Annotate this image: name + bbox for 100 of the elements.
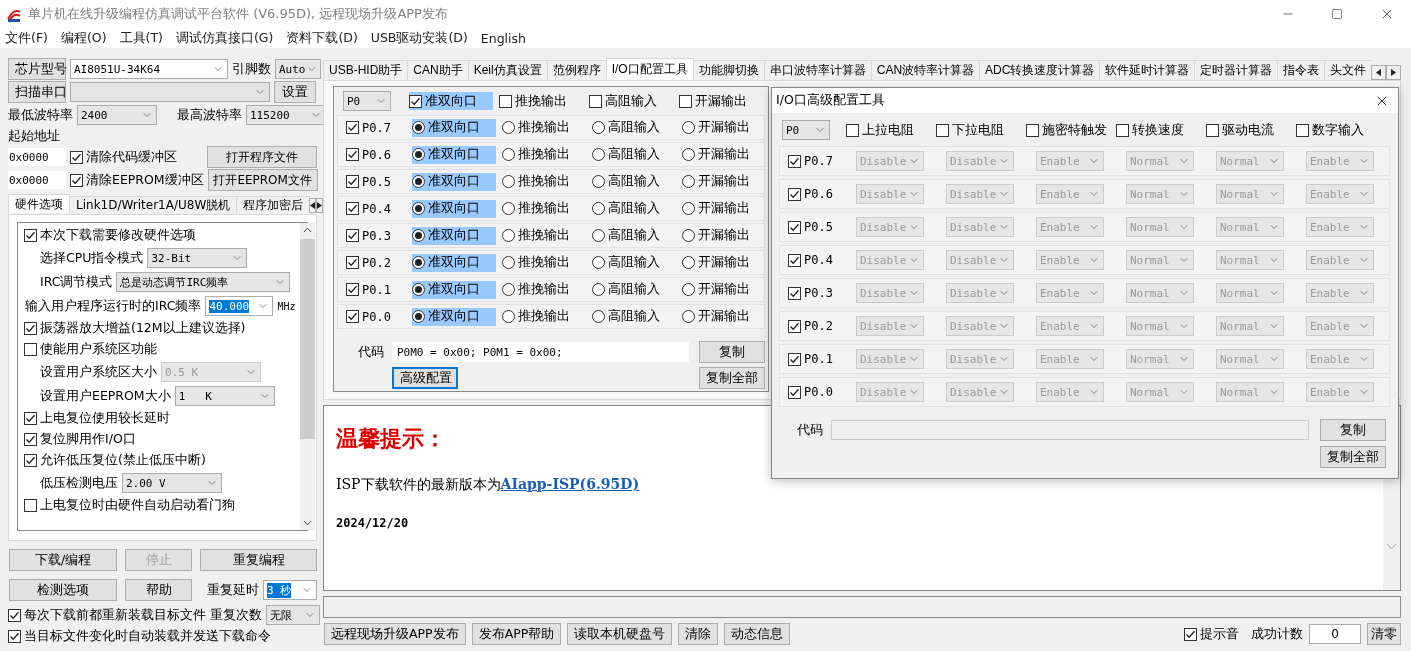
- checkbox[interactable]: P0.6: [788, 185, 852, 203]
- radio-button[interactable]: 高阻输入: [592, 307, 676, 326]
- checkbox[interactable]: 上电复位使用较长延时: [24, 409, 170, 428]
- radio-button[interactable]: 推挽输出: [502, 307, 586, 326]
- dropdown[interactable]: 2400: [77, 105, 157, 125]
- settings-button[interactable]: 设置: [274, 81, 316, 103]
- menu-item[interactable]: 工具(T): [119, 29, 163, 47]
- checkbox[interactable]: P0.1: [788, 350, 852, 368]
- address-field[interactable]: 0x0000: [8, 148, 66, 166]
- radio-button[interactable]: 开漏输出: [682, 226, 766, 245]
- checkbox[interactable]: 驱动电流: [1206, 121, 1296, 139]
- radio-button[interactable]: 推挽输出: [502, 253, 586, 272]
- footer-button[interactable]: 清除: [678, 623, 719, 645]
- open-file-button[interactable]: 打开程序文件: [207, 146, 317, 168]
- radio-button[interactable]: 开漏输出: [682, 199, 766, 218]
- checkbox[interactable]: 允许低压复位(禁止低压中断): [24, 451, 206, 470]
- success-count-field[interactable]: 0: [1309, 624, 1361, 644]
- menu-item[interactable]: 文件(F): [5, 29, 48, 47]
- reset-count-button[interactable]: 清零: [1367, 623, 1401, 645]
- menu-item[interactable]: USB驱动安装(D): [370, 29, 468, 47]
- checkbox[interactable]: 当目标文件变化时自动装载并发送下载命令: [8, 627, 271, 645]
- checkbox[interactable]: 清除代码缓冲区: [70, 148, 177, 166]
- checkbox[interactable]: P0.5: [346, 172, 412, 191]
- menu-item[interactable]: 调试仿真接口(G): [175, 29, 274, 47]
- checkbox[interactable]: P0.3: [346, 226, 412, 245]
- radio-button[interactable]: 高阻输入: [592, 172, 676, 191]
- footer-button[interactable]: 动态信息: [724, 623, 791, 645]
- tab[interactable]: 硬件选项: [8, 194, 70, 213]
- dropdown[interactable]: 总是动态调节IRC频率: [116, 272, 291, 292]
- radio-button[interactable]: 推挽输出: [502, 145, 586, 164]
- checkbox[interactable]: 施密特触发: [1026, 121, 1116, 139]
- checkbox[interactable]: 推挽输出: [499, 92, 583, 110]
- tab[interactable]: USB-HID助手: [323, 60, 409, 80]
- checkbox[interactable]: 高阻输入: [589, 92, 673, 110]
- footer-button[interactable]: 远程现场升级APP发布: [324, 623, 466, 645]
- checkbox[interactable]: 上电复位时由硬件自动启动看门狗: [24, 496, 235, 515]
- copy-button[interactable]: 复制: [1320, 419, 1386, 441]
- scan-port-button[interactable]: 扫描串口: [8, 81, 66, 103]
- checkbox[interactable]: P0.0: [788, 383, 852, 401]
- radio-button[interactable]: 开漏输出: [682, 172, 766, 191]
- dropdown[interactable]: 3 秒: [263, 580, 317, 600]
- dropdown[interactable]: P0: [343, 91, 391, 111]
- radio-button[interactable]: 推挽输出: [502, 172, 586, 191]
- version-link[interactable]: AIapp-ISP(6.95D): [500, 476, 640, 492]
- dropdown[interactable]: AI8051U-34K64: [70, 59, 228, 79]
- checkbox[interactable]: P0.6: [346, 145, 412, 164]
- radio-button[interactable]: 推挽输出: [502, 118, 586, 137]
- radio-button[interactable]: 准双向口: [412, 280, 496, 299]
- dropdown[interactable]: Auto: [275, 59, 321, 79]
- checkbox[interactable]: P0.3: [788, 284, 852, 302]
- dropdown[interactable]: 无限: [266, 605, 320, 625]
- footer-button[interactable]: 读取本机硬盘号: [567, 623, 673, 645]
- checkbox[interactable]: 清除EEPROM缓冲区: [70, 171, 204, 189]
- radio-button[interactable]: 高阻输入: [592, 145, 676, 164]
- open-file-button[interactable]: 打开EEPROM文件: [207, 169, 318, 191]
- radio-button[interactable]: 准双向口: [412, 172, 496, 191]
- radio-button[interactable]: 准双向口: [412, 199, 496, 218]
- checkbox[interactable]: P0.4: [788, 251, 852, 269]
- radio-button[interactable]: 开漏输出: [682, 145, 766, 164]
- advanced-config-button[interactable]: 高级配置: [392, 367, 458, 389]
- checkbox[interactable]: 开漏输出: [679, 92, 763, 110]
- radio-button[interactable]: 高阻输入: [592, 253, 676, 272]
- radio-button[interactable]: 高阻输入: [592, 280, 676, 299]
- copy-all-button[interactable]: 复制全部: [699, 367, 765, 389]
- radio-button[interactable]: 高阻输入: [592, 199, 676, 218]
- radio-button[interactable]: 推挽输出: [502, 199, 586, 218]
- menu-item[interactable]: 资料下载(D): [286, 29, 358, 47]
- action-button[interactable]: 重复编程: [200, 549, 317, 571]
- dropdown[interactable]: 2.00 V: [122, 473, 222, 493]
- copy-button[interactable]: 复制: [699, 341, 765, 363]
- radio-button[interactable]: 推挽输出: [502, 226, 586, 245]
- checkbox[interactable]: P0.1: [346, 280, 412, 299]
- tab[interactable]: I/O口配置工具: [605, 58, 694, 80]
- checkbox[interactable]: 提示音: [1184, 625, 1239, 643]
- checkbox[interactable]: P0.7: [788, 152, 852, 170]
- checkbox[interactable]: 转换速度: [1116, 121, 1206, 139]
- footer-button[interactable]: 发布APP帮助: [471, 623, 562, 645]
- checkbox[interactable]: 下拉电阻: [936, 121, 1026, 139]
- checkbox[interactable]: P0.5: [788, 218, 852, 236]
- checkbox[interactable]: P0.2: [788, 317, 852, 335]
- dropdown[interactable]: 1 K: [174, 386, 275, 406]
- radio-button[interactable]: 准双向口: [412, 307, 496, 326]
- checkbox[interactable]: P0.2: [346, 253, 412, 272]
- menu-item[interactable]: English: [480, 30, 526, 46]
- dropdown[interactable]: 115200: [246, 105, 326, 125]
- checkbox[interactable]: 本次下载需要修改硬件选项: [24, 226, 196, 245]
- menu-item[interactable]: 编程(O): [60, 29, 107, 47]
- chip-model-button[interactable]: 芯片型号: [8, 58, 66, 80]
- radio-button[interactable]: 准双向口: [412, 118, 496, 137]
- checkbox[interactable]: 数字输入: [1296, 121, 1386, 139]
- checkbox[interactable]: 振荡器放大增益(12M以上建议选择): [24, 319, 246, 338]
- radio-button[interactable]: 开漏输出: [682, 307, 766, 326]
- dropdown[interactable]: 40.000: [205, 296, 274, 316]
- checkbox[interactable]: 复位脚用作I/O口: [24, 430, 136, 449]
- action-button[interactable]: 下载/编程: [9, 549, 117, 571]
- checkbox[interactable]: 准双向口: [409, 92, 493, 110]
- dropdown[interactable]: P0: [782, 120, 830, 140]
- radio-button[interactable]: 准双向口: [412, 145, 496, 164]
- radio-button[interactable]: 准双向口: [412, 226, 496, 245]
- code-field[interactable]: P0M0 = 0x00; P0M1 = 0x00;: [392, 342, 689, 362]
